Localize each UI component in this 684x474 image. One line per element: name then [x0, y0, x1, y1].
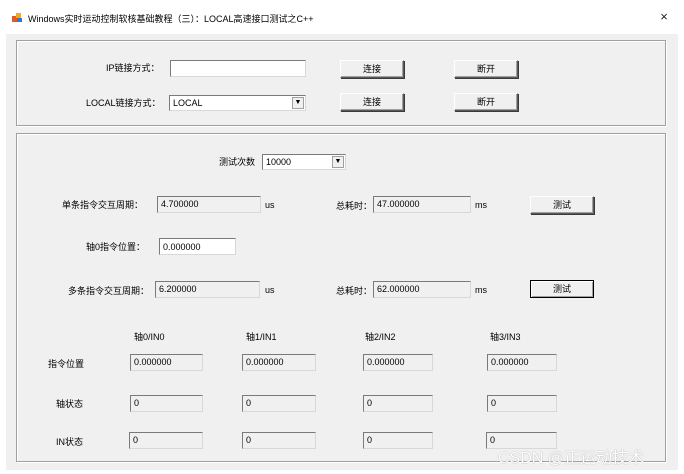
client-area: IP链接方式： 连接 断开 LOCAL链接方式： LOCAL ▼ 连接 断开 测…	[6, 34, 678, 470]
multi-period-unit: us	[265, 285, 275, 295]
axis-header-0: 轴0/IN0	[134, 332, 165, 342]
input0-status: 0	[129, 432, 203, 449]
axis0-position-label: 轴0指令位置：	[86, 242, 146, 252]
axis0-status: 0	[130, 395, 203, 412]
title-bar: Windows实时运动控制软核基础教程（三）：LOCAL高速接口测试之C++ ×	[0, 0, 684, 34]
app-icon	[12, 13, 22, 22]
test-count-label: 测试次数	[219, 157, 256, 167]
local-connect-button[interactable]: 连接	[340, 93, 404, 111]
dropdown-arrow-icon[interactable]: ▼	[292, 97, 304, 109]
axis3-command-position: 0.000000	[487, 354, 557, 371]
ip-connect-button[interactable]: 连接	[340, 60, 404, 78]
test-count-select[interactable]: 10000 ▼	[262, 154, 346, 170]
test-count-select-value: 10000	[266, 157, 292, 167]
ip-disconnect-button[interactable]: 断开	[454, 60, 518, 78]
input2-status: 0	[363, 432, 433, 449]
axis1-status: 0	[242, 395, 316, 412]
axis-header-1: 轴1/IN1	[246, 332, 277, 342]
axis2-status: 0	[363, 395, 433, 412]
single-total-field: 47.000000	[373, 196, 471, 213]
input1-status: 0	[242, 432, 316, 449]
single-period-field: 4.700000	[157, 196, 261, 213]
window-title: Windows实时运动控制软核基础教程（三）：LOCAL高速接口测试之C++	[28, 14, 314, 24]
axis-header-2: 轴2/IN2	[365, 332, 396, 342]
axis1-command-position: 0.000000	[242, 354, 316, 371]
row-label-axis-status: 轴状态	[56, 399, 84, 409]
axis-header-3: 轴3/IN3	[490, 332, 521, 342]
row-label-command-position: 指令位置	[48, 359, 85, 369]
dropdown-arrow-icon[interactable]: ▼	[332, 156, 344, 168]
single-total-unit: ms	[475, 200, 487, 210]
axis2-command-position: 0.000000	[363, 354, 433, 371]
multi-period-field: 6.200000	[155, 281, 260, 298]
multi-total-field: 62.000000	[373, 281, 471, 298]
multi-total-label: 总耗时：	[336, 286, 373, 296]
close-icon[interactable]: ×	[652, 6, 676, 28]
ip-address-input[interactable]	[170, 60, 306, 77]
ip-connect-label: IP链接方式：	[106, 63, 160, 73]
watermark: CSDN @正运动技术	[498, 450, 645, 467]
single-total-label: 总耗时：	[336, 201, 373, 211]
single-period-label: 单条指令交互周期：	[62, 200, 144, 210]
axis0-position-input[interactable]	[159, 238, 236, 255]
local-connect-label: LOCAL链接方式：	[86, 98, 161, 108]
local-connect-select-value: LOCAL	[173, 98, 203, 108]
connection-group	[16, 40, 666, 126]
row-label-input-status: IN状态	[56, 437, 84, 447]
axis0-command-position: 0.000000	[130, 354, 203, 371]
multi-period-label: 多条指令交互周期：	[68, 286, 150, 296]
single-test-button[interactable]: 测试	[530, 196, 594, 214]
local-connect-select[interactable]: LOCAL ▼	[169, 95, 306, 111]
multi-total-unit: ms	[475, 285, 487, 295]
multi-test-button[interactable]: 测试	[530, 280, 594, 298]
local-disconnect-button[interactable]: 断开	[454, 93, 518, 111]
axis3-status: 0	[487, 395, 557, 412]
single-period-unit: us	[265, 200, 275, 210]
